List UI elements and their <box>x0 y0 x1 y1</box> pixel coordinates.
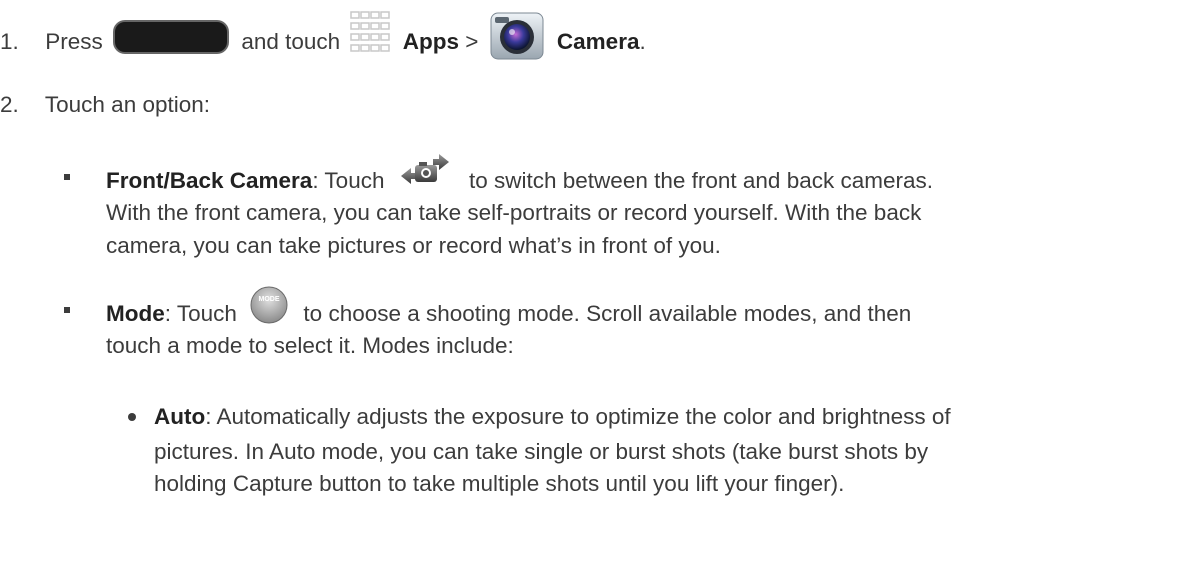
auto-line-1: Auto: Automatically adjusts the exposure… <box>154 402 951 432</box>
front-back-touch-text: : Touch <box>312 167 385 193</box>
bullet-square <box>64 174 70 180</box>
bullet-square <box>64 307 70 313</box>
mode-line-1-rest: to choose a shooting mode. Scroll availa… <box>303 300 912 326</box>
mode-line-1: Mode: Touch MODE to choose a shooting mo… <box>106 286 912 335</box>
auto-line-3: holding Capture button to take multiple … <box>154 471 845 496</box>
camera-label: Camera <box>556 28 640 54</box>
auto-line-1-rest: : Automatically adjusts the exposure to … <box>205 404 951 429</box>
front-back-line-2: With the front camera, you can take self… <box>106 200 922 225</box>
step-1-separator: > <box>465 28 479 54</box>
front-back-line-1: Front/Back Camera: Touch to switch betwe… <box>106 154 933 202</box>
step-1-number: 1. <box>0 28 19 54</box>
camera-app-icon <box>489 7 545 63</box>
front-back-camera-label: Front/Back Camera <box>106 167 313 193</box>
front-back-line-1-rest: to switch between the front and back cam… <box>469 167 933 193</box>
step-2-text: Touch an option: <box>44 92 211 117</box>
switch-camera-icon <box>397 152 453 192</box>
bullet-dot <box>128 413 136 421</box>
step-1: 1. Press and touch Apps > Camera. <box>0 11 646 71</box>
home-key-icon <box>113 20 230 54</box>
mode-touch-text: : Touch <box>164 300 237 326</box>
auto-line-2: pictures. In Auto mode, you can take sin… <box>154 439 929 464</box>
apps-grid-icon <box>348 9 394 61</box>
svg-text:MODE: MODE <box>259 296 280 303</box>
step-2: 2. Touch an option: <box>0 90 210 120</box>
auto-label: Auto <box>154 404 206 429</box>
step-1-and-touch: and touch <box>241 28 341 54</box>
mode-icon: MODE <box>249 285 289 325</box>
step-1-period: . <box>639 28 646 54</box>
step-2-number: 2. <box>0 92 19 117</box>
step-1-press: Press <box>45 28 103 54</box>
front-back-line-3: camera, you can take pictures or record … <box>106 233 721 258</box>
mode-label: Mode <box>106 300 165 326</box>
mode-line-2: touch a mode to select it. Modes include… <box>106 333 514 358</box>
apps-label: Apps <box>402 28 459 54</box>
